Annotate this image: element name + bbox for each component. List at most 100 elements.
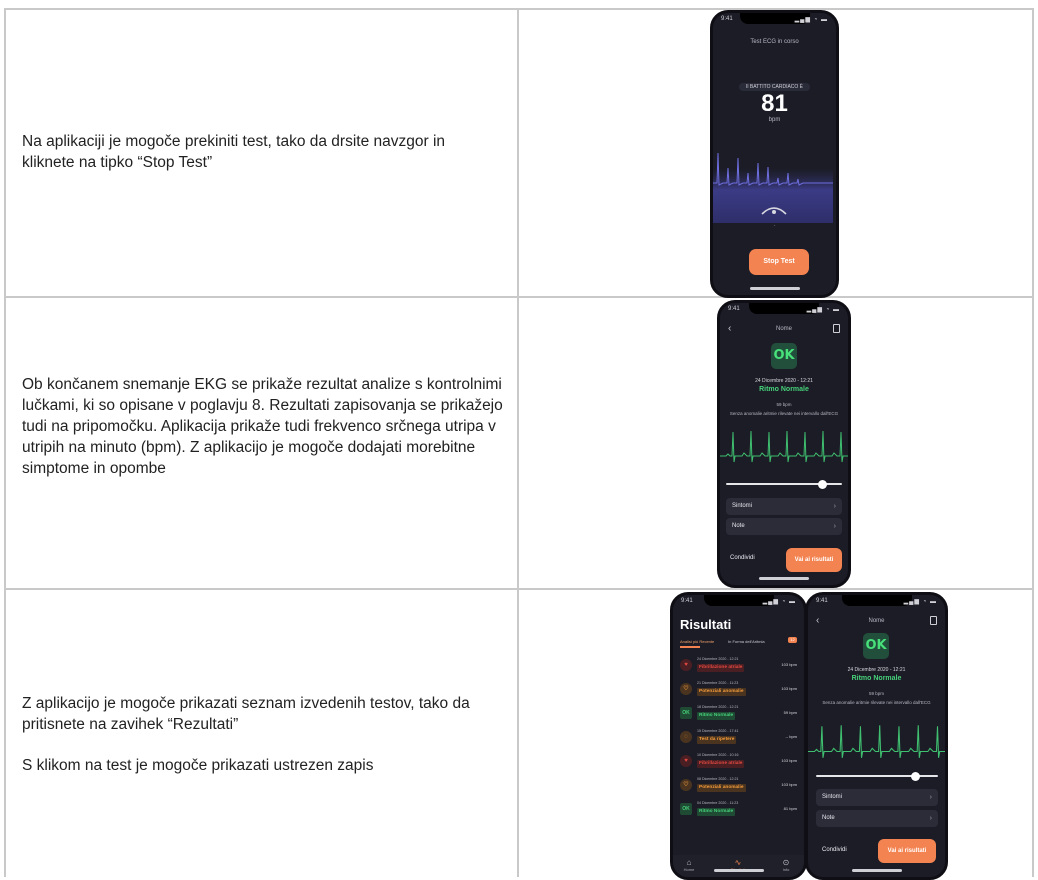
test-title: Test ECG in corso xyxy=(750,39,799,45)
result-label: Ritmo Normale xyxy=(697,712,736,720)
result-label: Potenziali anomalie xyxy=(697,688,746,696)
stop-test-button[interactable]: Stop Test xyxy=(749,249,809,275)
tab-info[interactable]: ⊙ Info xyxy=(774,858,798,872)
slider-knob[interactable] xyxy=(818,480,827,489)
tab-arrhythmia[interactable]: In Forma dell'Aritmia xyxy=(728,639,765,644)
tab-info-label: Info xyxy=(782,867,790,872)
row1-paragraph: Na aplikaciji je mogoče prekiniti test, … xyxy=(22,133,446,171)
result-date: 21 Dicembre 2020 - 11:23 xyxy=(697,681,739,685)
heart-icon: ♡ xyxy=(680,779,692,791)
heart-icon: ♥ xyxy=(680,659,692,671)
result-label: Test da ripetere xyxy=(697,736,737,744)
result-note: Senza anomalie aritmie rilevate nei inte… xyxy=(729,411,839,416)
tab-recent[interactable]: Analisi più Recente xyxy=(680,639,714,644)
status-icons: ▂▄▆ ◔ ▬ xyxy=(762,599,796,605)
result-badge: OK xyxy=(771,343,797,369)
result-label: Potenziali anomalie xyxy=(697,784,746,792)
result-bpm: 81 bpm xyxy=(783,806,797,811)
table-border-row2 xyxy=(4,588,1034,590)
symptoms-label: Sintomi xyxy=(732,503,753,509)
chevron-right-icon: › xyxy=(833,523,836,530)
row3-paragraph-2: S klikom na test je mogoče prikazati ust… xyxy=(22,757,374,774)
result-bpm: 59 bpm xyxy=(868,691,884,696)
phone-result-detail: 9:41 ▂▄▆ ◔ ▬ ‹ Nome OK 24 Dicembre 2020 … xyxy=(805,592,948,880)
result-list-item[interactable]: ♡ 21 Dicembre 2020 - 11:23 Potenziali anom… xyxy=(678,680,799,700)
device-caption: ◦ xyxy=(773,223,776,229)
result-badge: OK xyxy=(863,633,889,659)
bottom-tab-bar: ⌂ Home ∿ Risultati ⊙ Info xyxy=(673,855,804,877)
result-list-item[interactable]: ♡ 08 Dicembre 2020 - 12:21 Potenziali anom… xyxy=(678,776,799,796)
screen-title: Nome xyxy=(775,326,792,332)
ecg-recording xyxy=(720,430,848,463)
result-list-item[interactable]: ♥ 24 Dicembre 2020 - 12:21 Fibrillazione a… xyxy=(678,656,799,676)
result-list-item[interactable]: ◌ 15 Dicembre 2020 - 17:41 Test da ripeter… xyxy=(678,728,799,748)
notes-label: Note xyxy=(732,523,745,529)
result-bpm: 103 bpm xyxy=(781,662,797,667)
share-button[interactable]: Condividi xyxy=(730,555,755,561)
notes-row[interactable]: Note › xyxy=(726,518,842,535)
result-bpm: 103 bpm xyxy=(781,686,797,691)
result-bpm: -- bpm xyxy=(785,734,797,739)
table-border-row1 xyxy=(4,296,1034,298)
status-time: 9:41 xyxy=(728,306,740,312)
status-bar: 9:41 ▂▄▆ ◔ ▬ xyxy=(728,306,840,316)
status-time: 9:41 xyxy=(681,598,693,604)
result-date: 08 Dicembre 2020 - 12:21 xyxy=(697,777,739,781)
row1-description: Na aplikaciji je mogoče prekiniti test, … xyxy=(22,131,462,173)
home-indicator xyxy=(749,287,800,290)
symptoms-row[interactable]: Sintomi › xyxy=(816,789,938,806)
symptoms-row[interactable]: Sintomi › xyxy=(726,498,842,515)
table-border-top xyxy=(4,8,1034,10)
table-border-left xyxy=(4,8,6,877)
status-time: 9:41 xyxy=(816,598,828,604)
result-date: 24 Dicembre 2020 - 12:21 xyxy=(755,378,813,384)
result-bpm: 103 bpm xyxy=(781,758,797,763)
notes-row[interactable]: Note › xyxy=(816,810,938,827)
result-rhythm: Ritmo Normale xyxy=(759,386,809,393)
list-title: Risultati xyxy=(680,617,732,632)
home-indicator xyxy=(851,869,902,872)
row3-description: Z aplikacijo je mogoče prikazati seznam … xyxy=(22,693,522,776)
notes-label: Note xyxy=(822,815,835,821)
result-date: 04 Dicembre 2020 - 11:23 xyxy=(697,801,739,805)
go-to-results-button[interactable]: Vai ai risultati xyxy=(786,548,842,572)
result-list-item[interactable]: ♥ 10 Dicembre 2020 - 10:16 Fibrillazione a… xyxy=(678,752,799,772)
ok-icon: OK xyxy=(680,707,692,719)
result-bpm: 59 bpm xyxy=(783,710,797,715)
ecg-recording xyxy=(808,725,945,758)
info-icon: ⊙ xyxy=(782,858,790,867)
device-icon xyxy=(761,207,787,215)
status-time: 9:41 xyxy=(721,16,733,22)
share-button[interactable]: Condividi xyxy=(822,847,847,853)
chevron-right-icon: › xyxy=(833,503,836,510)
slider-knob[interactable] xyxy=(911,772,920,781)
result-date: 18 Dicembre 2020 - 12:21 xyxy=(697,705,739,709)
heart-icon: ♡ xyxy=(680,683,692,695)
result-bpm: 103 bpm xyxy=(781,782,797,787)
status-bar: 9:41 ▂▄▆ ◔ ▬ xyxy=(721,16,828,26)
result-date: 15 Dicembre 2020 - 17:41 xyxy=(697,729,739,733)
retry-icon: ◌ xyxy=(680,731,692,743)
status-icons: ▂▄▆ ◔ ▬ xyxy=(806,307,840,313)
result-list-item[interactable]: OK 04 Dicembre 2020 - 11:23 Ritmo Normale 8… xyxy=(678,800,799,820)
row2-description: Ob končanem snemanje EKG se prikaže rezu… xyxy=(22,374,522,479)
chevron-right-icon: › xyxy=(929,815,932,822)
symptoms-label: Sintomi xyxy=(822,794,843,800)
tab-home[interactable]: ⌂ Home xyxy=(677,858,701,872)
result-date: 10 Dicembre 2020 - 10:16 xyxy=(697,753,739,757)
result-bpm: 59 bpm xyxy=(776,402,792,407)
phone-result-screen: 9:41 ▂▄▆ ◔ ▬ ‹ Nome OK 24 Dicembre 2020 … xyxy=(717,300,851,588)
trash-icon[interactable] xyxy=(930,616,937,625)
results-icon: ∿ xyxy=(734,858,742,867)
row2-paragraph: Ob končanem snemanje EKG se prikaže rezu… xyxy=(22,376,503,477)
result-label: Fibrillazione atriale xyxy=(697,664,745,672)
go-to-results-button[interactable]: Vai ai risultati xyxy=(878,839,936,863)
result-date: 24 Dicembre 2020 - 12:21 xyxy=(697,657,739,661)
heart-icon: ♥ xyxy=(680,755,692,767)
result-label: Fibrillazione atriale xyxy=(697,760,745,768)
status-icons: ▂▄▆ ◔ ▬ xyxy=(903,599,937,605)
result-list-item[interactable]: OK 18 Dicembre 2020 - 12:21 Ritmo Normale 5… xyxy=(678,704,799,724)
trash-icon[interactable] xyxy=(833,324,840,333)
status-bar: 9:41 ▂▄▆ ◔ ▬ xyxy=(681,598,796,608)
phone-results-list: 9:41 ▂▄▆ ◔ ▬ Risultati Analisi più Recen… xyxy=(670,592,807,880)
